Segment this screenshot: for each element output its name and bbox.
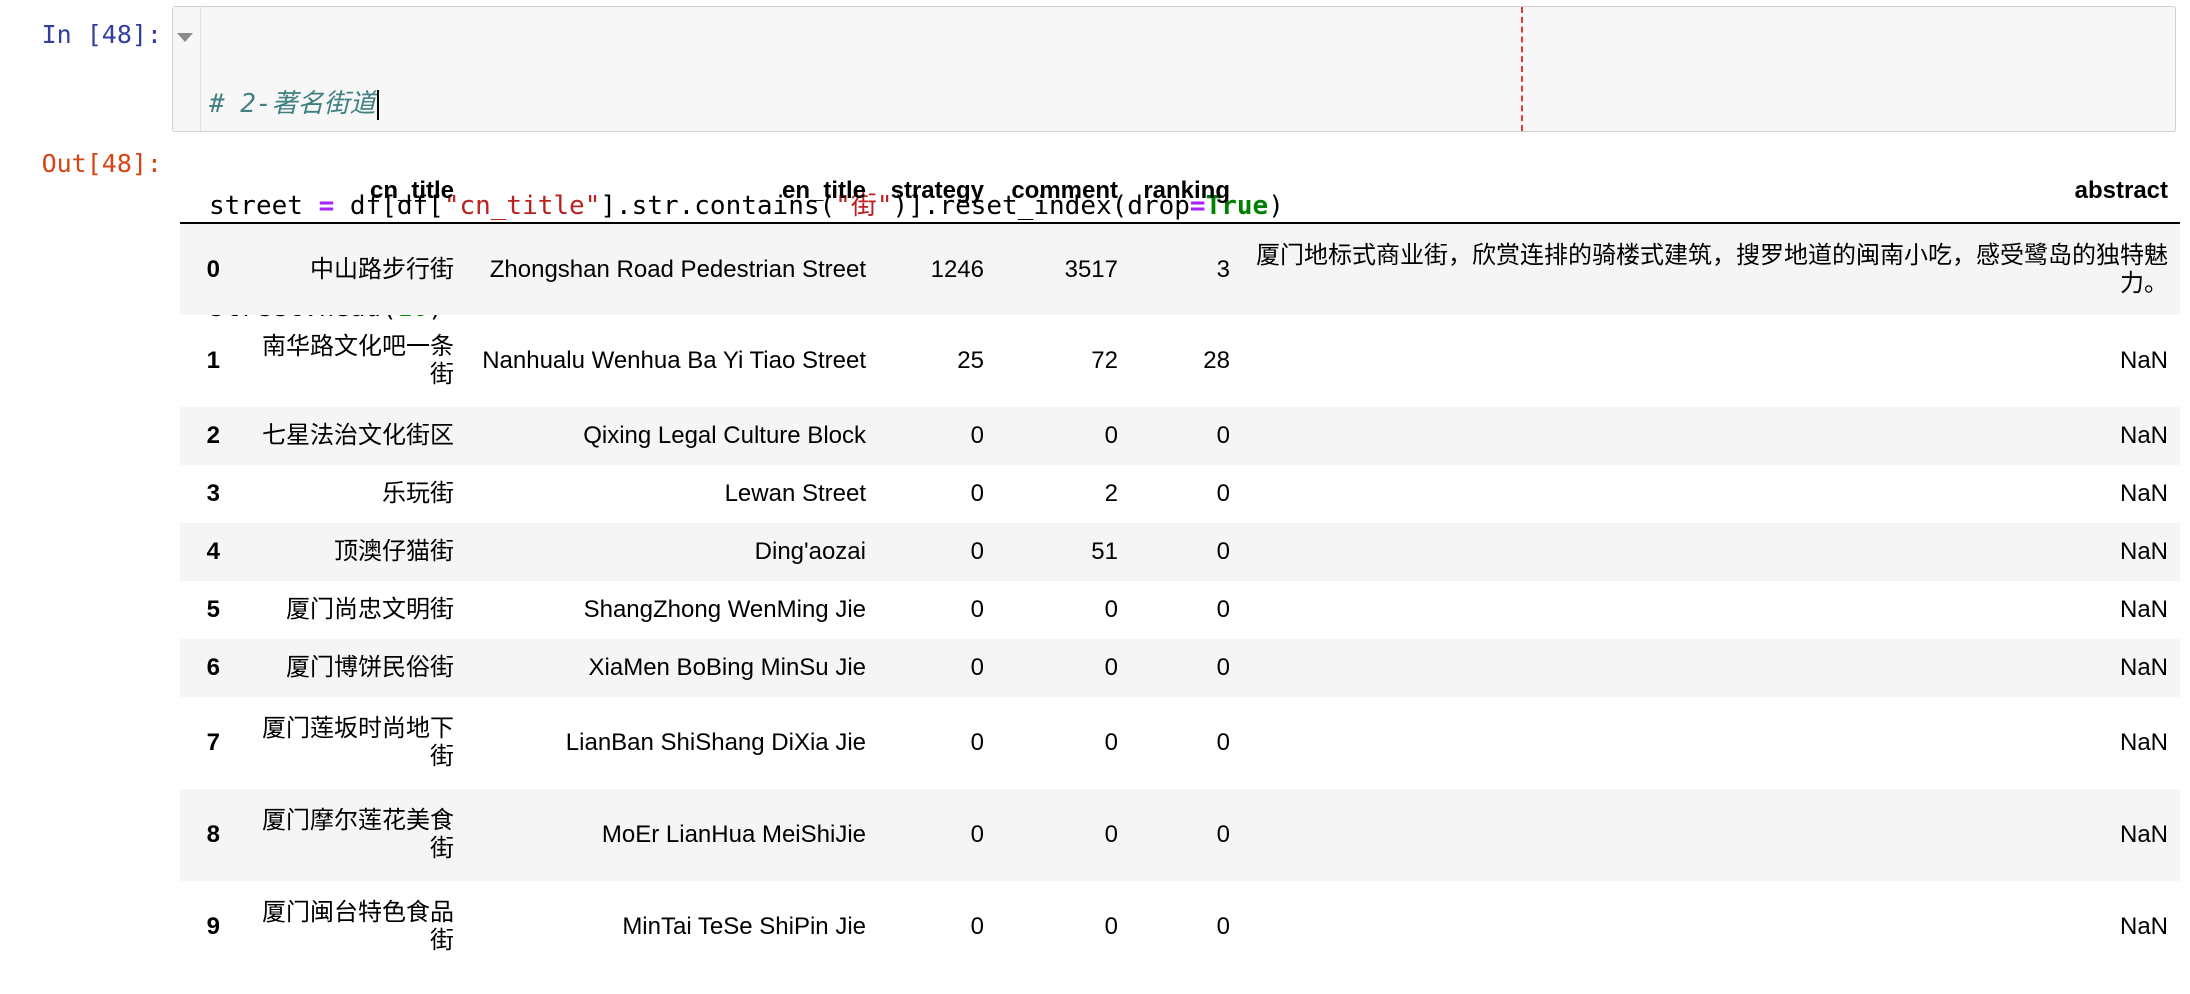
cell-ranking: 0	[1216, 821, 1230, 848]
cell-comment: 0	[1104, 821, 1118, 848]
cell-en-title: Lewan Street	[724, 480, 866, 507]
cell-cn-title: 南华路文化吧一条街	[262, 333, 454, 388]
cell-ranking: 0	[1216, 480, 1230, 507]
cell-strategy: 0	[970, 821, 984, 848]
cell-ranking: 0	[1216, 596, 1230, 623]
cell-cn-title: 顶澳仔猫街	[334, 538, 454, 565]
cell-strategy: 25	[957, 347, 984, 374]
cell-abstract: NaN	[2119, 422, 2168, 449]
cell-comment: 0	[1104, 729, 1118, 756]
cell-abstract: NaN	[2119, 821, 2168, 848]
table-row: 2 七星法治文化街区 Qixing Legal Culture Block 0 …	[180, 407, 2180, 465]
output-prompt: Out[48]:	[41, 149, 162, 178]
cell-strategy: 0	[970, 422, 984, 449]
table-row: 3 乐玩街 Lewan Street 0 2 0 NaN	[180, 465, 2180, 523]
column-header-ranking: ranking	[1130, 160, 1242, 224]
cell-cn-title: 厦门尚忠文明街	[286, 596, 454, 623]
line-length-ruler	[1521, 7, 1523, 131]
table-row: 5 厦门尚忠文明街 ShangZhong WenMing Jie 0 0 0 N…	[180, 581, 2180, 639]
cell-abstract: NaN	[2119, 596, 2168, 623]
cell-strategy: 0	[970, 480, 984, 507]
cell-strategy: 1246	[930, 255, 984, 283]
cell-comment: 0	[1104, 654, 1118, 681]
cell-en-title: Qixing Legal Culture Block	[583, 422, 866, 449]
cell-ranking: 28	[1203, 347, 1230, 374]
input-prompt: In [48]:	[41, 20, 162, 49]
cell-cn-title: 厦门博饼民俗街	[286, 654, 454, 681]
cell-comment: 3517	[1064, 255, 1118, 283]
column-header-en-title: en_title	[466, 160, 878, 224]
cell-abstract: NaN	[2119, 480, 2168, 507]
row-index: 4	[206, 538, 220, 565]
column-header-index	[180, 160, 232, 224]
cell-abstract: NaN	[2119, 347, 2168, 374]
row-index: 6	[206, 654, 220, 681]
cell-comment: 51	[1091, 538, 1118, 565]
cell-en-title: XiaMen BoBing MinSu Jie	[588, 654, 866, 681]
row-index: 3	[206, 480, 220, 507]
cell-ranking: 0	[1216, 913, 1230, 940]
cell-en-title: ShangZhong WenMing Jie	[583, 596, 866, 623]
code-comment: # 2-著名街道	[209, 89, 376, 119]
row-index: 0	[206, 255, 220, 283]
cell-abstract: NaN	[2119, 538, 2168, 565]
table-row: 8 厦门摩尔莲花美食街 MoEr LianHua MeiShiJie 0 0 0…	[180, 789, 2180, 881]
cell-abstract: NaN	[2119, 729, 2168, 756]
row-index: 5	[206, 596, 220, 623]
cell-ranking: 3	[1216, 255, 1230, 283]
fold-arrow-icon[interactable]	[177, 33, 193, 42]
cell-cn-title: 厦门摩尔莲花美食街	[262, 807, 454, 862]
column-header-cn-title: cn_title	[232, 160, 466, 224]
cell-en-title: Nanhualu Wenhua Ba Yi Tiao Street	[482, 347, 866, 374]
row-index: 9	[206, 913, 220, 940]
table-row: 7 厦门莲坂时尚地下街 LianBan ShiShang DiXia Jie 0…	[180, 697, 2180, 789]
table-row: 1 南华路文化吧一条街 Nanhualu Wenhua Ba Yi Tiao S…	[180, 315, 2180, 407]
code-line-1: # 2-著名街道	[209, 87, 1284, 121]
cell-comment: 0	[1104, 596, 1118, 623]
cell-strategy: 0	[970, 596, 984, 623]
cell-en-title: MoEr LianHua MeiShiJie	[601, 821, 866, 848]
cell-cn-title: 厦门闽台特色食品街	[262, 899, 454, 954]
cell-ranking: 0	[1216, 538, 1230, 565]
cell-abstract: 厦门地标式商业街，欣赏连排的骑楼式建筑，搜罗地道的闽南小吃，感受鹭岛的独特魅力。	[1256, 241, 2168, 297]
row-index: 7	[206, 729, 220, 756]
cell-cn-title: 乐玩街	[382, 480, 454, 507]
column-header-abstract: abstract	[1242, 160, 2180, 224]
cell-strategy: 0	[970, 538, 984, 565]
cell-ranking: 0	[1216, 422, 1230, 449]
cell-en-title: MinTai TeSe ShiPin Jie	[622, 913, 866, 940]
column-header-comment: comment	[996, 160, 1130, 224]
table-row: 0 中山路步行街 Zhongshan Road Pedestrian Stree…	[180, 223, 2180, 315]
cell-strategy: 0	[970, 654, 984, 681]
table-row: 6 厦门博饼民俗街 XiaMen BoBing MinSu Jie 0 0 0 …	[180, 639, 2180, 697]
cell-strategy: 0	[970, 729, 984, 756]
cell-comment: 0	[1104, 913, 1118, 940]
cell-cn-title: 中山路步行街	[310, 255, 454, 283]
cell-en-title: LianBan ShiShang DiXia Jie	[565, 729, 866, 756]
cell-en-title: Zhongshan Road Pedestrian Street	[489, 255, 866, 283]
cell-comment: 0	[1104, 422, 1118, 449]
text-caret	[376, 89, 379, 120]
dataframe-table: cn_title en_title strategy comment ranki…	[180, 160, 2180, 973]
cell-cn-title: 厦门莲坂时尚地下街	[262, 715, 454, 770]
row-index: 8	[206, 821, 220, 848]
cell-ranking: 0	[1216, 729, 1230, 756]
cell-strategy: 0	[970, 913, 984, 940]
code-editor[interactable]: # 2-著名街道 street = df[df["cn_title"].str.…	[172, 6, 2176, 323]
output-area: cn_title en_title strategy comment ranki…	[180, 160, 2180, 973]
editor-gutter	[173, 7, 201, 131]
cell-comment: 72	[1091, 347, 1118, 374]
row-index: 1	[206, 347, 220, 374]
table-header-row: cn_title en_title strategy comment ranki…	[180, 160, 2180, 224]
cell-ranking: 0	[1216, 654, 1230, 681]
cell-abstract: NaN	[2119, 913, 2168, 940]
table-row: 9 厦门闽台特色食品街 MinTai TeSe ShiPin Jie 0 0 0…	[180, 881, 2180, 973]
column-header-strategy: strategy	[878, 160, 996, 224]
row-index: 2	[206, 422, 220, 449]
cell-en-title: Ding'aozai	[754, 538, 866, 565]
cell-cn-title: 七星法治文化街区	[262, 422, 454, 449]
table-row: 4 顶澳仔猫街 Ding'aozai 0 51 0 NaN	[180, 523, 2180, 581]
cell-abstract: NaN	[2119, 654, 2168, 681]
cell-comment: 2	[1104, 480, 1118, 507]
